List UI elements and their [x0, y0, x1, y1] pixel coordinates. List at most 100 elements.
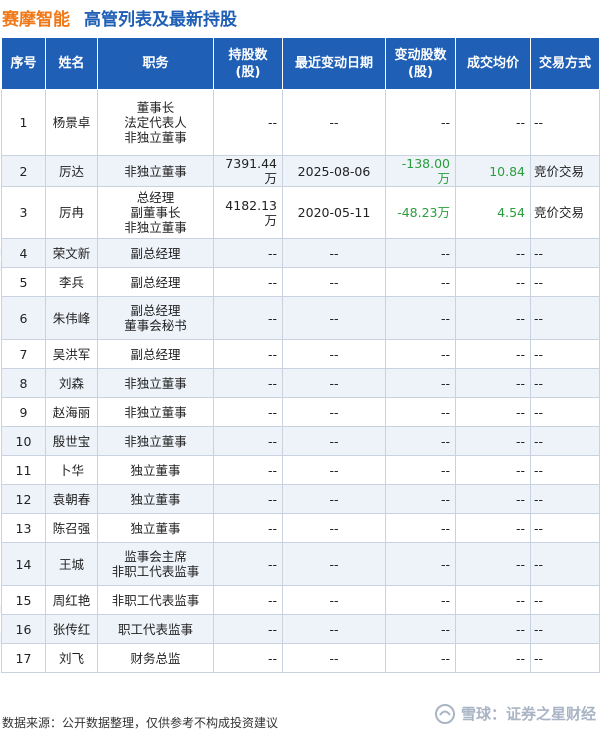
role-cell: 非独立董事 — [97, 426, 214, 456]
avg-price: -- — [455, 426, 531, 456]
role-line: 副董事长 — [130, 205, 181, 220]
avg-price: 10.84 — [455, 155, 531, 187]
trade-method: -- — [530, 513, 600, 543]
row-index: 15 — [1, 585, 46, 615]
role-line: 非独立董事 — [124, 130, 187, 145]
role-line: 非独立董事 — [124, 375, 187, 391]
role-line: 财务总监 — [130, 650, 181, 666]
role-cell: 副总经理 — [97, 238, 214, 268]
avg-price: 4.54 — [455, 186, 531, 239]
change-shares: -- — [385, 513, 456, 543]
role-cell: 副总经理 — [97, 267, 214, 297]
footer-brand: 雪球：证券之星财经 — [434, 703, 596, 724]
executive-name: 厉达 — [45, 155, 98, 187]
change-shares: -48.23万 — [385, 186, 456, 239]
avg-price: -- — [455, 397, 531, 427]
change-shares: -- — [385, 614, 456, 644]
executive-name: 王城 — [45, 542, 98, 586]
table-row: 2 厉达 非独立董事 7391.44万 2025-08-06 -138.00万 10.84 竞… — [1, 155, 600, 187]
change-shares: -- — [385, 397, 456, 427]
row-index: 12 — [1, 484, 46, 514]
trade-method: -- — [530, 614, 600, 644]
last-change-date: -- — [282, 585, 386, 615]
executive-name: 卜华 — [45, 455, 98, 485]
role-line: 非独立董事 — [124, 433, 187, 449]
trade-method: -- — [530, 426, 600, 456]
executive-name: 刘森 — [45, 368, 98, 398]
row-index: 13 — [1, 513, 46, 543]
last-change-date: -- — [282, 339, 386, 369]
avg-price: -- — [455, 484, 531, 514]
table-row: 10 殷世宝 非独立董事 -- -- -- -- -- — [1, 426, 600, 456]
role-line: 董事会秘书 — [124, 318, 187, 333]
col-header: 持股数 (股) — [213, 37, 283, 90]
shares-held: -- — [213, 238, 283, 268]
last-change-date: -- — [282, 238, 386, 268]
change-shares: -- — [385, 542, 456, 586]
avg-price: -- — [455, 542, 531, 586]
row-index: 6 — [1, 296, 46, 340]
shares-held: -- — [213, 426, 283, 456]
trade-method: 竞价交易 — [530, 155, 600, 187]
col-header: 交易方式 — [530, 37, 600, 90]
shares-held: -- — [213, 89, 283, 156]
role-line: 独立董事 — [130, 491, 181, 507]
role-line: 副总经理 — [130, 346, 181, 362]
page-title: 赛摩智能 高管列表及最新持股 — [2, 2, 237, 32]
last-change-date: -- — [282, 614, 386, 644]
role-line: 副总经理 — [130, 303, 181, 318]
row-index: 2 — [1, 155, 46, 187]
change-shares: -- — [385, 267, 456, 297]
last-change-date: 2025-08-06 — [282, 155, 386, 187]
table-row: 1 杨景卓 董事长 法定代表人 非独立董事 -- -- -- -- -- — [1, 89, 600, 156]
trade-method: -- — [530, 643, 600, 673]
last-change-date: -- — [282, 455, 386, 485]
avg-price: -- — [455, 643, 531, 673]
executive-name: 张传红 — [45, 614, 98, 644]
role-cell: 职工代表监事 — [97, 614, 214, 644]
avg-price: -- — [455, 267, 531, 297]
last-change-date: -- — [282, 296, 386, 340]
table-title: 高管列表及最新持股 — [84, 9, 237, 30]
trade-method: -- — [530, 455, 600, 485]
role-cell: 独立董事 — [97, 484, 214, 514]
table-row: 5 李兵 副总经理 -- -- -- -- -- — [1, 267, 600, 297]
last-change-date: -- — [282, 426, 386, 456]
table-row: 3 厉冉 总经理 副董事长 非独立董事 4182.13万 2020-05-11 -48.23万… — [1, 186, 600, 239]
trade-method: -- — [530, 267, 600, 297]
role-cell: 独立董事 — [97, 513, 214, 543]
last-change-date: -- — [282, 513, 386, 543]
trade-method: -- — [530, 339, 600, 369]
executive-name: 厉冉 — [45, 186, 98, 239]
table-row: 13 陈召强 独立董事 -- -- -- -- -- — [1, 513, 600, 543]
role-line: 副总经理 — [130, 274, 181, 290]
row-index: 3 — [1, 186, 46, 239]
shares-held: -- — [213, 643, 283, 673]
row-index: 11 — [1, 455, 46, 485]
shares-held: 7391.44万 — [213, 155, 283, 187]
change-shares: -- — [385, 89, 456, 156]
executive-name: 李兵 — [45, 267, 98, 297]
row-index: 5 — [1, 267, 46, 297]
trade-method: -- — [530, 238, 600, 268]
role-line: 非独立董事 — [124, 220, 187, 235]
snowball-icon — [434, 703, 455, 724]
shares-held: -- — [213, 455, 283, 485]
executive-name: 赵海丽 — [45, 397, 98, 427]
shares-held: -- — [213, 368, 283, 398]
change-shares: -- — [385, 455, 456, 485]
table-row: 7 吴洪军 副总经理 -- -- -- -- -- — [1, 339, 600, 369]
company-name: 赛摩智能 — [2, 9, 70, 30]
row-index: 8 — [1, 368, 46, 398]
change-shares: -138.00万 — [385, 155, 456, 187]
trade-method: -- — [530, 542, 600, 586]
shares-held: -- — [213, 513, 283, 543]
last-change-date: -- — [282, 397, 386, 427]
last-change-date: -- — [282, 368, 386, 398]
row-index: 14 — [1, 542, 46, 586]
change-shares: -- — [385, 296, 456, 340]
executive-name: 吴洪军 — [45, 339, 98, 369]
last-change-date: -- — [282, 643, 386, 673]
last-change-date: -- — [282, 89, 386, 156]
table-row: 15 周红艳 非职工代表监事 -- -- -- -- -- — [1, 585, 600, 615]
